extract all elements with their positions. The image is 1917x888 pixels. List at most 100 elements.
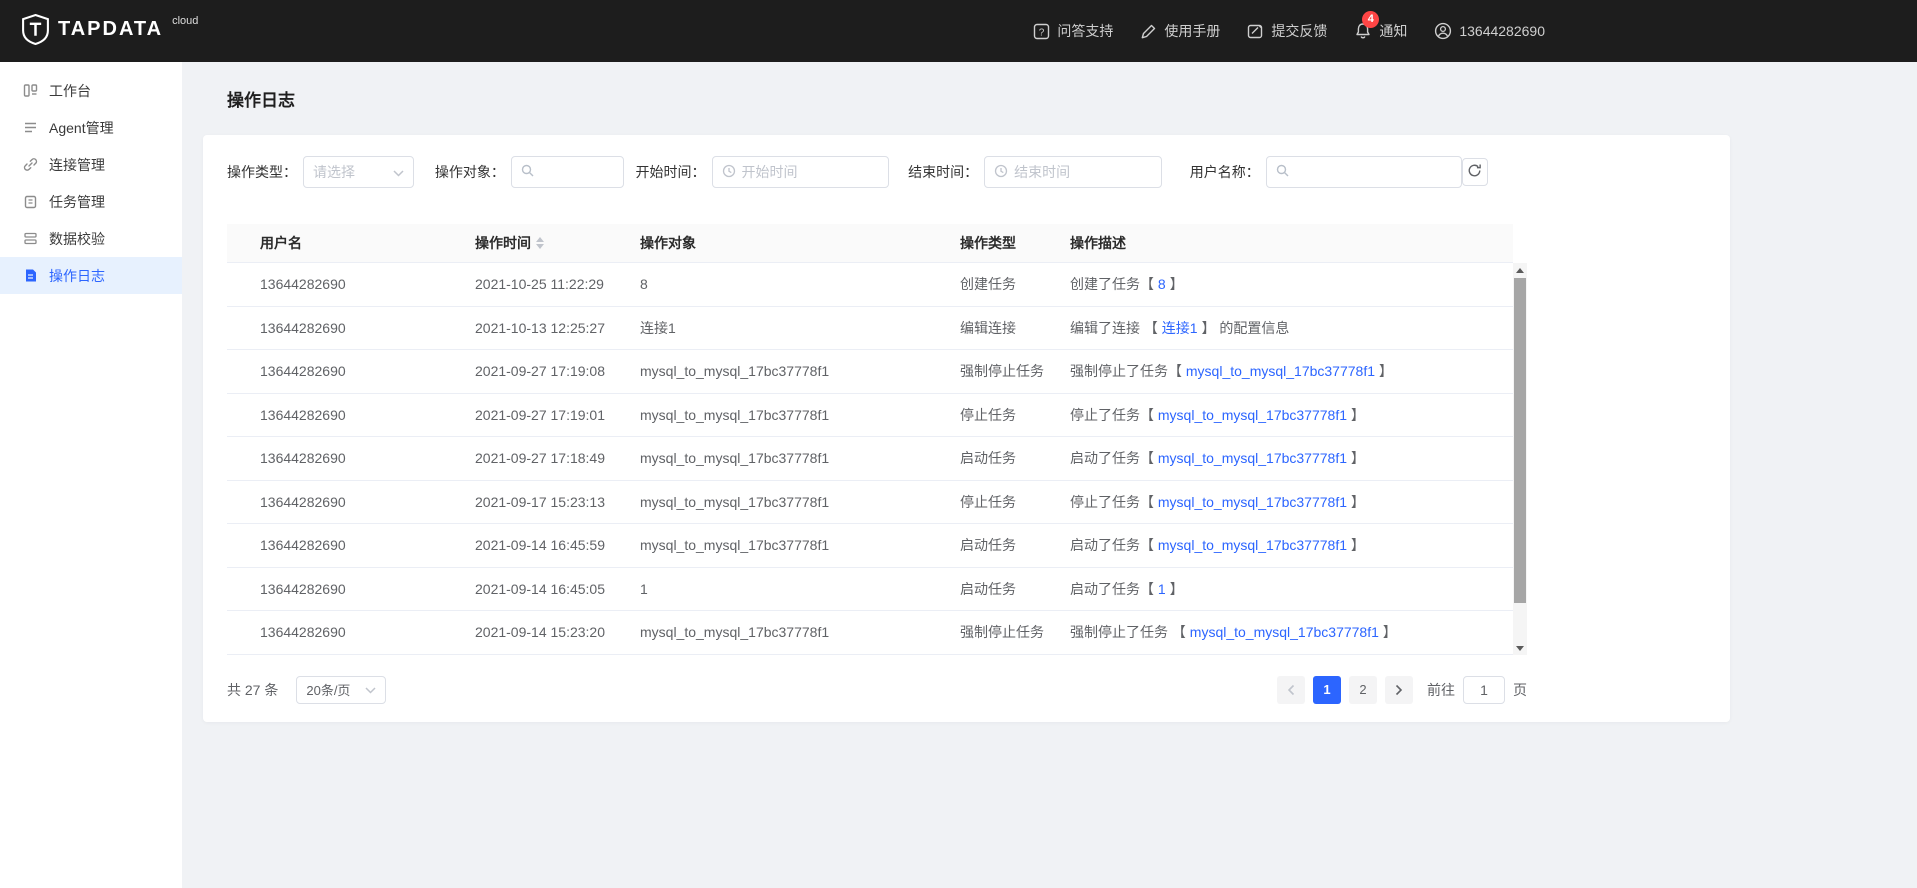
page-button-2[interactable]: 2 bbox=[1349, 675, 1377, 704]
desc-link[interactable]: mysql_to_mysql_17bc37778f1 bbox=[1190, 624, 1379, 640]
cell-type: 停止任务 bbox=[960, 406, 1016, 423]
desc-suffix: 】 的配置信息 bbox=[1197, 319, 1290, 336]
desc-link[interactable]: mysql_to_mysql_17bc37778f1 bbox=[1158, 450, 1347, 466]
table-row: 13644282690 2021-10-13 12:25:27 连接1 编辑连接… bbox=[227, 306, 1513, 350]
desc-prefix: 启动了任务【 bbox=[1070, 450, 1158, 467]
end-time-picker[interactable] bbox=[984, 156, 1162, 188]
prev-page-button[interactable] bbox=[1277, 675, 1305, 704]
account-number: 13644282690 bbox=[1459, 23, 1545, 39]
filter-object-label: 操作对象： bbox=[434, 164, 505, 180]
cell-object: 8 bbox=[640, 276, 648, 293]
sort-icon[interactable] bbox=[536, 237, 544, 249]
refresh-icon bbox=[1467, 163, 1482, 181]
desc-prefix: 编辑了连接 【 bbox=[1070, 319, 1162, 336]
desc-link[interactable]: mysql_to_mysql_17bc37778f1 bbox=[1158, 494, 1347, 510]
page-title: 操作日志 bbox=[227, 91, 295, 110]
table-row: 13644282690 2021-09-17 15:23:13 mysql_to… bbox=[227, 480, 1513, 524]
desc-link[interactable]: mysql_to_mysql_17bc37778f1 bbox=[1186, 363, 1375, 379]
task-icon bbox=[22, 194, 38, 210]
scrollbar-thumb[interactable] bbox=[1514, 278, 1526, 603]
chevron-down-icon bbox=[365, 682, 376, 697]
pager: 1 2 bbox=[1277, 675, 1413, 704]
scroll-down-icon[interactable] bbox=[1513, 641, 1527, 655]
sidebar-item-connections[interactable]: 连接管理 bbox=[0, 146, 182, 183]
cell-object: mysql_to_mysql_17bc37778f1 bbox=[640, 537, 830, 554]
cell-desc: 启动了任务【 mysql_to_mysql_17bc37778f1 】 bbox=[1070, 535, 1513, 555]
page-button-1[interactable]: 1 bbox=[1313, 675, 1341, 704]
table-body: 13644282690 2021-10-25 11:22:29 8 创建任务 创… bbox=[227, 263, 1527, 655]
cell-desc: 强制停止了任务 【 mysql_to_mysql_17bc37778f1 】 bbox=[1070, 622, 1513, 642]
cell-desc: 强制停止了任务【 mysql_to_mysql_17bc37778f1 】 bbox=[1070, 361, 1513, 381]
filter-type-label: 操作类型： bbox=[227, 164, 297, 180]
desc-link[interactable]: 8 bbox=[1158, 276, 1166, 292]
support-menu-item[interactable]: ? 问答支持 bbox=[1033, 21, 1113, 41]
cell-time: 2021-09-27 17:19:01 bbox=[475, 406, 605, 423]
table-row: 13644282690 2021-09-27 17:18:49 mysql_to… bbox=[227, 437, 1513, 481]
notifications-menu-item[interactable]: 4 通知 bbox=[1354, 11, 1407, 41]
start-time-picker[interactable] bbox=[711, 156, 890, 188]
clock-icon bbox=[722, 164, 736, 181]
sidebar-item-workbench[interactable]: 工作台 bbox=[0, 72, 182, 109]
table-scrollbar[interactable] bbox=[1513, 263, 1527, 655]
filter-user-label: 用户名称： bbox=[1189, 164, 1260, 180]
cell-username: 13644282690 bbox=[260, 580, 346, 597]
start-time-input[interactable] bbox=[741, 164, 880, 180]
goto-page-input[interactable] bbox=[1463, 675, 1505, 704]
cell-username: 13644282690 bbox=[260, 319, 346, 336]
feedback-menu-item[interactable]: 提交反馈 bbox=[1247, 21, 1327, 41]
user-name-input[interactable] bbox=[1294, 164, 1452, 180]
chevron-down-icon bbox=[393, 164, 404, 180]
sidebar-item-validation[interactable]: 数据校验 bbox=[0, 220, 182, 257]
cell-object: mysql_to_mysql_17bc37778f1 bbox=[640, 624, 830, 641]
operation-type-select-input[interactable] bbox=[313, 164, 387, 180]
pagination-bar: 共 27 条 20条/页 1 2 前往 1 页 bbox=[227, 675, 1527, 704]
search-icon bbox=[1276, 164, 1289, 180]
cell-type: 启动任务 bbox=[960, 450, 1016, 467]
cell-time: 2021-09-14 15:23:20 bbox=[475, 624, 605, 641]
manual-menu-item[interactable]: 使用手册 bbox=[1140, 21, 1220, 41]
cell-username: 13644282690 bbox=[260, 406, 346, 423]
notification-badge: 4 bbox=[1362, 11, 1380, 28]
desc-suffix: 】 bbox=[1165, 276, 1184, 293]
desc-prefix: 强制停止了任务 【 bbox=[1070, 624, 1190, 641]
page-size-select[interactable]: 20条/页 bbox=[296, 675, 387, 704]
workbench-icon bbox=[22, 83, 38, 99]
next-page-button[interactable] bbox=[1385, 675, 1413, 704]
header-time[interactable]: 操作时间 bbox=[475, 233, 640, 253]
search-icon bbox=[521, 164, 534, 180]
desc-prefix: 创建了任务【 bbox=[1070, 276, 1158, 293]
desc-link[interactable]: 1 bbox=[1158, 581, 1166, 597]
end-time-input[interactable] bbox=[1014, 164, 1152, 180]
cell-time: 2021-09-27 17:19:08 bbox=[475, 363, 605, 380]
cell-desc: 启动了任务【 1 】 bbox=[1070, 579, 1513, 599]
desc-link[interactable]: 连接1 bbox=[1162, 320, 1198, 336]
clock-icon bbox=[994, 164, 1008, 181]
operation-type-select[interactable] bbox=[303, 156, 414, 188]
sidebar-item-tasks[interactable]: 任务管理 bbox=[0, 183, 182, 220]
topbar-menu: ? 问答支持 使用手册 提交反馈 4 通知 13644282690 bbox=[1033, 11, 1545, 41]
cell-username: 13644282690 bbox=[260, 537, 346, 554]
brand-logo[interactable]: TAPDATA cloud bbox=[22, 13, 198, 48]
operation-log-card: 操作类型： 操作对象： 开始时间： bbox=[203, 135, 1730, 722]
help-icon: ? bbox=[1033, 23, 1050, 40]
desc-prefix: 停止了任务【 bbox=[1070, 406, 1158, 423]
cell-type: 停止任务 bbox=[960, 493, 1016, 510]
operation-object-input[interactable] bbox=[539, 164, 614, 180]
cell-desc: 启动了任务【 mysql_to_mysql_17bc37778f1 】 bbox=[1070, 448, 1513, 468]
sidebar-item-agent[interactable]: Agent管理 bbox=[0, 109, 182, 146]
scroll-up-icon[interactable] bbox=[1513, 263, 1527, 277]
desc-link[interactable]: mysql_to_mysql_17bc37778f1 bbox=[1158, 537, 1347, 553]
refresh-button[interactable] bbox=[1461, 158, 1488, 186]
sidebar-item-operation-log[interactable]: 操作日志 bbox=[0, 257, 182, 294]
user-name-search[interactable] bbox=[1265, 156, 1462, 188]
cell-type: 启动任务 bbox=[960, 537, 1016, 554]
cell-type: 强制停止任务 bbox=[960, 363, 1044, 380]
cell-object: mysql_to_mysql_17bc37778f1 bbox=[640, 450, 830, 467]
desc-link[interactable]: mysql_to_mysql_17bc37778f1 bbox=[1158, 407, 1347, 423]
table-row: 13644282690 2021-09-27 17:19:08 mysql_to… bbox=[227, 350, 1513, 394]
account-menu-item[interactable]: 13644282690 bbox=[1434, 22, 1545, 40]
feedback-edit-icon bbox=[1247, 23, 1264, 40]
cell-object: mysql_to_mysql_17bc37778f1 bbox=[640, 406, 830, 423]
tapdata-logo-icon bbox=[22, 13, 49, 48]
operation-object-search[interactable] bbox=[510, 156, 624, 188]
